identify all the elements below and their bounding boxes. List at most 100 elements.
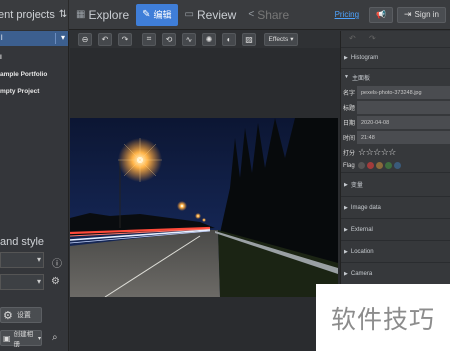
share-icon: < — [248, 9, 255, 20]
project-item-1[interactable]: l — [0, 54, 2, 61]
undo-redo-bar: ↶ ↷ — [341, 31, 450, 47]
pricing-link[interactable]: Pricing — [335, 10, 359, 19]
chevron-down-icon: ▾ — [37, 335, 41, 342]
pencil-icon: ✎ — [142, 9, 151, 20]
chevron-down-icon: ▼ — [344, 74, 349, 80]
projects-title: ent projects — [0, 8, 55, 21]
undo-icon[interactable]: ↶ — [349, 34, 361, 44]
create-album-button[interactable]: ▣ 创建相册 ▾ — [0, 330, 42, 348]
review-icon: ▭ — [184, 9, 194, 20]
rotate-left-button[interactable]: ↶ — [98, 32, 112, 46]
contrast-icon: ◐ — [226, 34, 232, 44]
image-icon: ▨ — [245, 34, 253, 44]
transform-icon: ⟲ — [165, 34, 173, 44]
project-item-sample-portfolio[interactable]: ample Portfolio — [0, 71, 47, 78]
field-key: 标题 — [343, 106, 356, 112]
histogram-label: Histogram — [350, 55, 379, 61]
field-key: 名字 — [343, 91, 356, 97]
watermark: 软件技巧 — [316, 284, 450, 351]
remove-button[interactable]: ⊖ — [78, 32, 92, 46]
crop-icon: ⌗ — [146, 34, 152, 43]
section-title-style: and style — [0, 236, 45, 248]
rotate-right-button[interactable]: ↷ — [118, 32, 132, 46]
effects-label: Effects — [268, 35, 289, 43]
tab-explore[interactable]: ▦ Explore — [71, 4, 134, 26]
redo-icon[interactable]: ↷ — [369, 34, 381, 44]
chevron-down-icon: ▾ — [290, 36, 294, 43]
info-row-date: 日期 2020-04-08 — [341, 115, 450, 130]
chevron-right-icon: ▶ — [344, 226, 348, 233]
minus-circle-icon: ⊖ — [81, 34, 89, 44]
edit-toolbar: ⊖ ↶ ↷ ⌗ ⟲ ∿ ✺ ◐ ▨ Effects ▾ — [70, 31, 340, 47]
project-select[interactable]: l ▾ — [0, 31, 68, 46]
field-key: 时间 — [343, 136, 356, 142]
chevron-right-icon: ▶ — [344, 270, 348, 277]
effects-button[interactable]: Effects ▾ — [264, 32, 298, 46]
app-window: ent projects ⇅ ▦ Explore ✎ 编辑 ▭ Review <… — [0, 0, 450, 351]
field-value-time[interactable]: 21:48 — [357, 131, 450, 144]
gear-icon: ⚙ — [3, 309, 13, 322]
settings-button[interactable]: ⚙ 设置 — [0, 307, 42, 323]
variables-label: 变量 — [350, 183, 363, 189]
photo-viewer — [70, 48, 340, 351]
signin-icon: ⇥ — [403, 9, 412, 19]
image-data-label: Image data — [350, 204, 381, 211]
info-row-title: 标题 — [341, 100, 450, 115]
field-value-title[interactable] — [357, 101, 450, 114]
external-label: External — [350, 226, 373, 233]
field-value-name[interactable]: pexels-photo-373248.jpg — [357, 86, 450, 99]
flag-orange[interactable] — [376, 162, 383, 169]
rating-label: 打分 — [343, 150, 356, 157]
main-panel-section[interactable]: ▼ 主面板 — [341, 69, 450, 85]
style-select-2[interactable]: ▾ — [0, 274, 44, 290]
project-item-empty-project[interactable]: mpty Project — [0, 88, 39, 95]
field-key: 日期 — [343, 121, 356, 127]
adjust-button[interactable]: ✺ — [202, 32, 216, 46]
image-button[interactable]: ▨ — [242, 32, 256, 46]
chevron-right-icon: ▶ — [344, 181, 348, 188]
chevron-down-icon: ▾ — [36, 277, 41, 286]
histogram-section[interactable]: ▶ Histogram — [341, 48, 450, 68]
sort-icon[interactable]: ⇅ — [59, 9, 67, 20]
main-panel-label: 主面板 — [351, 75, 370, 82]
external-section[interactable]: ▶ External — [341, 219, 450, 240]
rotate-right-icon: ↷ — [121, 34, 129, 44]
flag-row: Flag — [341, 159, 450, 172]
camera-section[interactable]: ▶ Camera — [341, 263, 450, 284]
flag-red[interactable] — [367, 162, 374, 169]
project-select-value: l — [1, 35, 3, 42]
transform-button[interactable]: ⟲ — [162, 32, 176, 46]
star-rating[interactable]: ☆☆☆☆☆ — [358, 147, 396, 158]
create-album-label: 创建相册 — [13, 331, 34, 348]
field-value-date[interactable]: 2020-04-08 — [357, 116, 450, 129]
select-divider — [55, 33, 56, 44]
tab-review[interactable]: ▭ Review — [180, 4, 242, 26]
tab-share[interactable]: < Share — [243, 4, 294, 26]
signin-button[interactable]: ⇥ Sign in — [396, 6, 446, 23]
curves-button[interactable]: ∿ — [182, 32, 196, 46]
camera-label: Camera — [350, 270, 373, 277]
megaphone-icon: 📢 — [376, 10, 386, 19]
tab-edit-label: 编辑 — [153, 10, 172, 20]
search-icon[interactable]: ⌕ — [52, 332, 58, 343]
announce-button[interactable]: 📢 — [369, 6, 393, 23]
crop-button[interactable]: ⌗ — [142, 32, 156, 46]
left-sidebar: l ▾ l ample Portfolio mpty Project and s… — [0, 31, 69, 351]
info-row-time: 时间 21:48 — [341, 130, 450, 145]
location-section[interactable]: ▶ Location — [341, 241, 450, 262]
flag-none[interactable] — [358, 162, 365, 169]
variables-section[interactable]: ▶ 变量 — [341, 173, 450, 196]
album-icon: ▣ — [3, 333, 11, 343]
watermark-text: 软件技巧 — [330, 304, 435, 334]
gear-icon[interactable]: ⚙ — [51, 276, 60, 287]
style-select-1[interactable]: ▾ — [0, 252, 44, 268]
flag-green[interactable] — [385, 162, 392, 169]
image-data-section[interactable]: ▶ Image data — [341, 197, 450, 218]
flag-blue[interactable] — [394, 162, 401, 169]
info-icon[interactable]: ⓘ — [52, 255, 62, 270]
chevron-down-icon: ▾ — [36, 255, 41, 264]
chevron-right-icon: ▶ — [344, 248, 348, 255]
photo-image[interactable] — [70, 118, 338, 297]
contrast-button[interactable]: ◐ — [222, 32, 236, 46]
tab-edit[interactable]: ✎ 编辑 — [136, 3, 178, 26]
